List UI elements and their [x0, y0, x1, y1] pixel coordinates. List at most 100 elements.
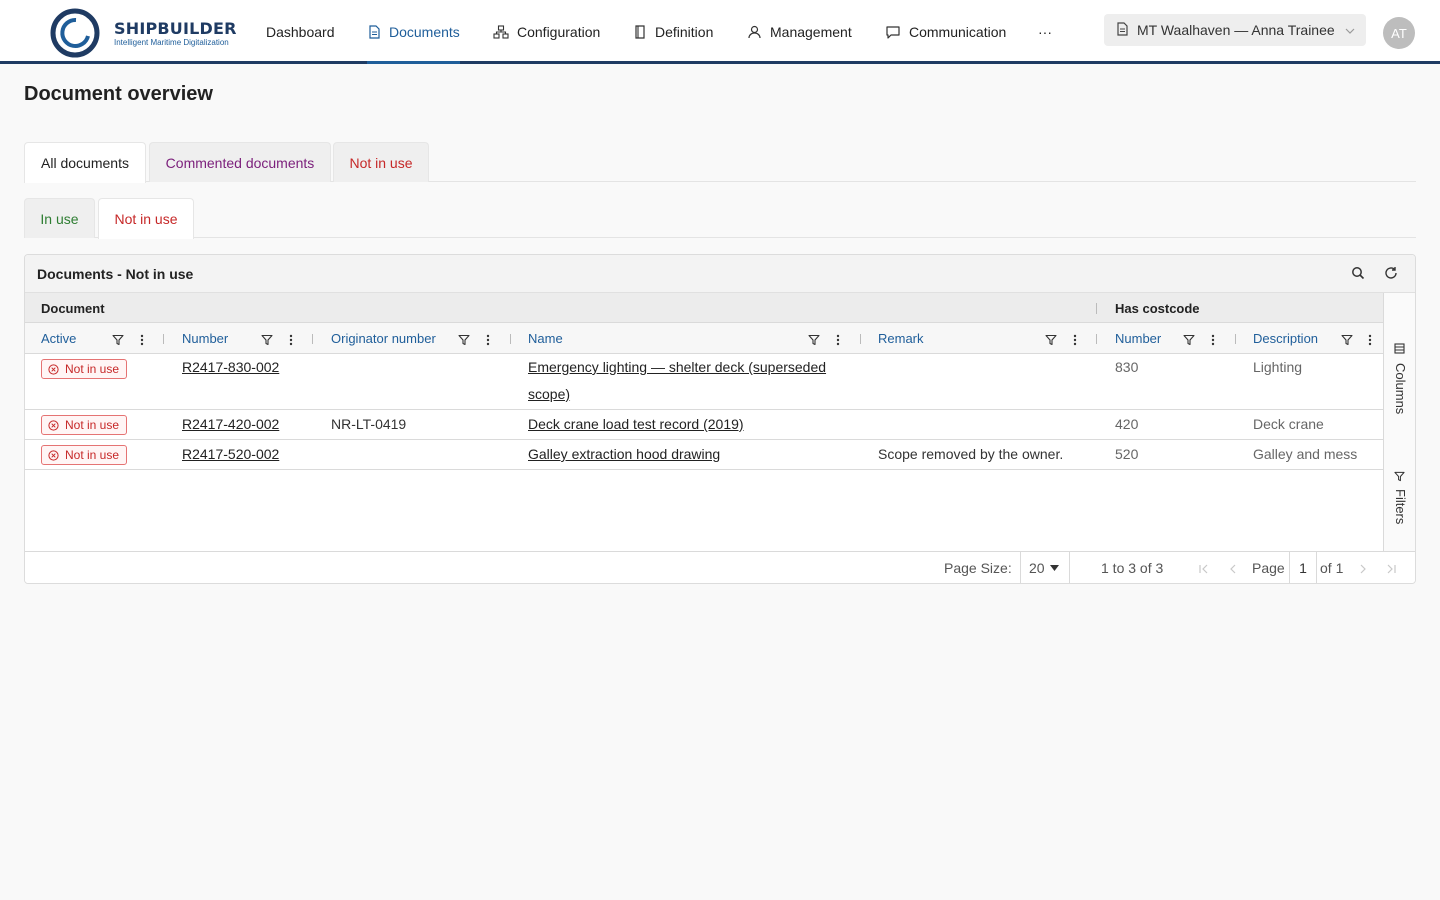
- tab-not-in-use[interactable]: Not in use: [333, 142, 429, 182]
- column-menu-icon[interactable]: [289, 333, 293, 349]
- search-icon[interactable]: [1351, 266, 1365, 283]
- column-number-label: Number: [182, 331, 229, 346]
- nav-configuration[interactable]: Configuration: [493, 0, 600, 64]
- next-page-icon[interactable]: [1357, 562, 1369, 578]
- columns-panel-label: Columns: [1393, 363, 1408, 415]
- originator-number: NR-LT-0419: [331, 416, 407, 432]
- column-resize-handle[interactable]: [510, 334, 511, 344]
- vessel-selector[interactable]: MT Waalhaven — Anna Trainee: [1104, 14, 1366, 46]
- vessel-selector-label: MT Waalhaven — Anna Trainee: [1137, 22, 1335, 38]
- status-badge: Not in use: [41, 445, 128, 465]
- column-resize-handle[interactable]: [163, 334, 164, 344]
- current-page-input[interactable]: 1: [1289, 552, 1317, 583]
- column-header-remark[interactable]: Remark: [878, 323, 924, 354]
- column-header-name[interactable]: Name: [528, 323, 563, 354]
- document-name-link[interactable]: Emergency lighting — shelter deck (super…: [528, 354, 826, 381]
- column-resize-handle[interactable]: [1235, 334, 1236, 344]
- document-name-link[interactable]: Galley extraction hood drawing: [528, 441, 720, 468]
- nav-dashboard[interactable]: Dashboard: [266, 0, 335, 64]
- tab-all-documents-label: All documents: [41, 155, 129, 171]
- last-page-icon[interactable]: [1385, 562, 1397, 578]
- nav-definition[interactable]: Definition: [633, 0, 713, 64]
- column-menu-icon[interactable]: [836, 333, 840, 349]
- first-page-icon[interactable]: [1198, 562, 1210, 578]
- nav-more-button[interactable]: ···: [1038, 0, 1052, 64]
- brand-tagline: Intelligent Maritime Digitalization: [114, 38, 229, 47]
- status-badge: Not in use: [41, 415, 128, 435]
- nav-management[interactable]: Management: [747, 0, 852, 64]
- columns-panel-button[interactable]: Columns: [1384, 339, 1415, 424]
- pagination-range: 1 to 3 of 3: [1101, 560, 1164, 576]
- column-menu-icon[interactable]: [140, 333, 144, 349]
- column-originator-label: Originator number: [331, 331, 436, 346]
- chevron-down-icon: [1344, 24, 1356, 40]
- logo[interactable]: SHIPBUILDER Intelligent Maritime Digital…: [50, 8, 250, 58]
- cancel-circle-icon: [48, 449, 59, 461]
- avatar[interactable]: AT: [1383, 17, 1415, 49]
- table-row[interactable]: Not in use R2417-520-002 Galley extracti…: [25, 440, 1383, 470]
- column-costcode-description-label: Description: [1253, 331, 1319, 346]
- filter-icon[interactable]: [112, 333, 124, 349]
- nav-communication[interactable]: Communication: [885, 0, 1006, 64]
- column-name-label: Name: [528, 331, 563, 346]
- column-costcode-number-label: Number: [1115, 331, 1162, 346]
- previous-page-icon[interactable]: [1227, 562, 1239, 578]
- column-menu-icon[interactable]: [486, 333, 490, 349]
- costcode-description: Deck crane: [1253, 416, 1324, 432]
- document-number-link[interactable]: R2417-830-002: [182, 354, 279, 381]
- nav-documents[interactable]: Documents: [367, 0, 460, 64]
- column-menu-icon[interactable]: [1211, 333, 1215, 349]
- filters-panel-button[interactable]: Filters: [1384, 467, 1415, 537]
- pagination-bar: Page Size: 20 1 to 3 of 3 Page 1 of 1: [25, 551, 1415, 583]
- costcode-number: 420: [1115, 416, 1139, 432]
- document-name-link[interactable]: Deck crane load test record (2019): [528, 411, 744, 438]
- column-header-costcode-description[interactable]: Description: [1253, 323, 1318, 354]
- tab-not-in-use-secondary[interactable]: Not in use: [98, 198, 194, 239]
- column-header-number[interactable]: Number: [182, 323, 228, 354]
- column-header-originator[interactable]: Originator number: [331, 323, 436, 354]
- document-number-link[interactable]: R2417-520-002: [182, 441, 279, 468]
- group-document: Document: [41, 301, 105, 316]
- page-size-select[interactable]: 20: [1020, 552, 1070, 583]
- costcode-description: Lighting: [1253, 359, 1303, 375]
- column-menu-icon[interactable]: [1368, 333, 1372, 349]
- nav-definition-label: Definition: [655, 24, 714, 40]
- top-navigation: SHIPBUILDER Intelligent Maritime Digital…: [0, 0, 1440, 64]
- column-resize-handle[interactable]: [312, 334, 313, 344]
- document-number-link[interactable]: R2417-420-002: [182, 411, 279, 438]
- filter-icon[interactable]: [1341, 333, 1353, 349]
- column-header-row: Active Number Originator number Name Rem…: [25, 323, 1383, 354]
- more-icon: ···: [1038, 24, 1052, 40]
- documents-grid: Documents - Not in use Document Has cost…: [24, 254, 1416, 584]
- refresh-icon[interactable]: [1384, 266, 1398, 283]
- table-row[interactable]: Not in use R2417-420-002 NR-LT-0419 Deck…: [25, 410, 1383, 440]
- costcode-description: Galley and mess: [1253, 446, 1358, 462]
- group-divider[interactable]: [1096, 303, 1097, 314]
- column-resize-handle[interactable]: [1096, 334, 1097, 344]
- filter-icon[interactable]: [261, 333, 273, 349]
- column-resize-handle[interactable]: [860, 334, 861, 344]
- column-menu-icon[interactable]: [1073, 333, 1077, 349]
- column-remark-label: Remark: [878, 331, 924, 346]
- tab-in-use[interactable]: In use: [24, 198, 95, 238]
- column-header-costcode-number[interactable]: Number: [1115, 323, 1161, 354]
- filter-icon[interactable]: [1183, 333, 1195, 349]
- user-icon: [747, 25, 762, 39]
- filter-icon[interactable]: [458, 333, 470, 349]
- remark: Scope removed by the owner.: [878, 446, 1064, 462]
- tab-not-in-use-label: Not in use: [349, 154, 413, 171]
- costcode-number: 520: [1115, 446, 1139, 462]
- column-group-row: Document Has costcode: [25, 293, 1383, 323]
- tab-all-documents[interactable]: All documents: [24, 142, 146, 183]
- filter-icon[interactable]: [1045, 333, 1057, 349]
- filter-icon[interactable]: [808, 333, 820, 349]
- status-badge-label: Not in use: [65, 418, 120, 432]
- page-size-label: Page Size:: [944, 560, 1012, 576]
- tab-commented-documents[interactable]: Commented documents: [149, 142, 331, 182]
- column-header-active[interactable]: Active: [41, 323, 76, 354]
- table-row[interactable]: Not in use R2417-830-002 Emergency light…: [25, 354, 1383, 410]
- nav-configuration-label: Configuration: [517, 24, 601, 40]
- page-label: Page: [1252, 560, 1285, 576]
- page-total: of 1: [1320, 560, 1344, 576]
- document-name-link-continued[interactable]: scope): [528, 381, 570, 408]
